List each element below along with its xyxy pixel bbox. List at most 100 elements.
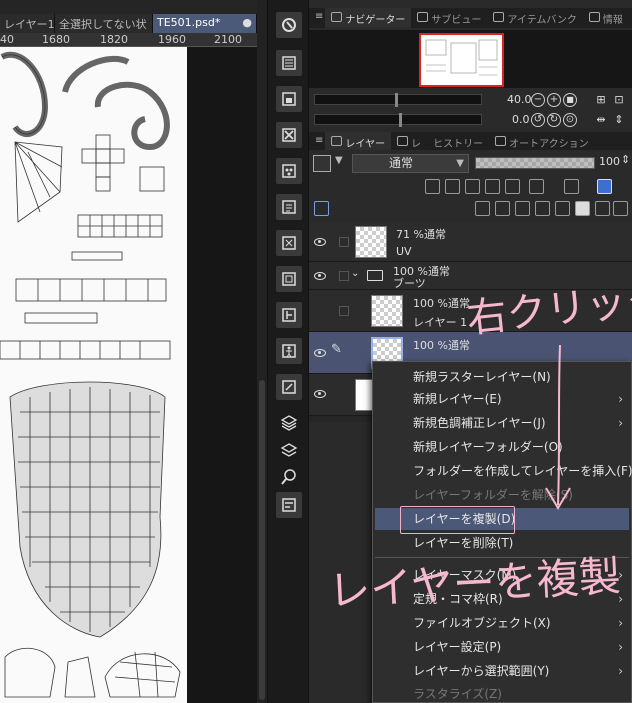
flip-vertical-icon[interactable]: ⇕ <box>612 113 626 127</box>
menu-item-new-layer-folder[interactable]: 新規レイヤーフォルダー(O) <box>373 436 631 458</box>
layer-lock-box[interactable] <box>339 271 349 281</box>
tab-layer[interactable]: レイヤー <box>325 132 392 152</box>
opacity-slider[interactable] <box>475 157 595 169</box>
document-tab-bar: レイヤー1 全選択してない状 TE501.psd* ● <box>0 14 257 33</box>
draft-layer-icon[interactable] <box>564 179 579 194</box>
opacity-value[interactable]: 100 <box>599 155 620 168</box>
layer-lock-box[interactable] <box>339 237 349 247</box>
transfer-layer-icon[interactable] <box>535 201 550 216</box>
navigator-preview[interactable] <box>309 30 632 88</box>
mask-enable-icon[interactable] <box>505 179 520 194</box>
layer-row-uv[interactable]: 71 %通常 UV <box>309 222 632 262</box>
lock-icon[interactable] <box>465 179 480 194</box>
tool-property-icon[interactable] <box>276 122 302 148</box>
blend-mode-select[interactable]: 通常 ▼ <box>352 154 469 173</box>
tab-navigator[interactable]: ナビゲーター <box>325 8 412 28</box>
menu-item-new-correction-layer[interactable]: 新規色調補正レイヤー(J) › <box>373 412 631 434</box>
lock-transparency-icon[interactable] <box>485 179 500 194</box>
delete-layer-icon[interactable] <box>613 201 628 216</box>
ruler-number: 1960 <box>158 33 186 46</box>
uv-wireframe-artwork <box>0 52 181 698</box>
reference-layer-icon[interactable] <box>445 179 460 194</box>
navigator-icon[interactable] <box>276 438 302 464</box>
layer-lock-box[interactable] <box>339 306 349 316</box>
tab-history[interactable]: ヒストリー <box>427 132 489 152</box>
tab-info[interactable]: 情報 <box>583 8 629 28</box>
document-tab-unselected[interactable]: 全選択してない状 <box>55 14 153 33</box>
horizontal-ruler: 40 1680 1820 1960 2100 <box>0 33 257 47</box>
merge-down-icon[interactable] <box>555 201 570 216</box>
navigator-view-frame[interactable] <box>419 33 504 87</box>
layer-color-box[interactable] <box>313 155 331 172</box>
panel-menu-icon[interactable]: ≡ <box>309 8 325 28</box>
new-vector-layer-icon[interactable] <box>495 201 510 216</box>
zoom-out-icon[interactable]: − <box>531 93 545 107</box>
create-mask-icon[interactable] <box>575 201 590 216</box>
zoom-slider[interactable] <box>314 93 482 107</box>
tab-auto-action[interactable]: オートアクション <box>489 132 595 152</box>
actual-size-icon[interactable]: ⊡ <box>612 93 626 107</box>
menu-item-layer-settings[interactable]: レイヤー設定(P) › <box>373 636 631 658</box>
layer-name: レイヤー 1 <box>413 316 468 329</box>
document-tab-te501[interactable]: TE501.psd* ● <box>153 14 257 33</box>
canvas-scrollbar[interactable] <box>257 0 267 703</box>
document-tab-layer1[interactable]: レイヤー1 <box>0 14 55 33</box>
reset-rotation-icon[interactable]: ⊙ <box>563 113 577 127</box>
menu-item-file-object[interactable]: ファイルオブジェクト(X) › <box>373 612 631 634</box>
layer-name: ブーツ <box>393 277 426 290</box>
submenu-arrow-icon: › <box>618 616 623 630</box>
visibility-eye-icon[interactable] <box>314 238 326 246</box>
layer-palette-toggle-icon[interactable] <box>314 201 329 216</box>
tab-layer-property[interactable]: レイヤープロパティ <box>391 132 427 152</box>
folder-collapse-chevron-icon[interactable]: ⌄ <box>351 268 359 279</box>
layer-color-chevron-icon[interactable]: ▼ <box>335 155 343 166</box>
rotate-right-icon[interactable]: ↻ <box>547 113 561 127</box>
zoom-slider-knob[interactable] <box>395 93 398 107</box>
unsaved-dot-icon[interactable]: ● <box>242 16 252 33</box>
opacity-stepper-icon[interactable]: ⇕ <box>621 153 630 166</box>
navigate-icon[interactable] <box>276 12 302 38</box>
layer-color-icon[interactable] <box>597 179 612 194</box>
menu-item-selection-from-layer[interactable]: レイヤーから選択範囲(Y) › <box>373 660 631 682</box>
visibility-eye-icon[interactable] <box>314 272 326 280</box>
clip-icon[interactable] <box>425 179 440 194</box>
menu-item-create-folder-insert[interactable]: フォルダーを作成してレイヤーを挿入(F) <box>373 460 632 482</box>
layer-search-icon[interactable] <box>276 86 302 112</box>
visibility-eye-icon[interactable] <box>314 349 326 357</box>
tab-item-bank[interactable]: アイテムバンク <box>487 8 583 28</box>
apply-mask-icon[interactable] <box>595 201 610 216</box>
menu-item-label: 新規レイヤー(E) <box>413 392 502 406</box>
color-set-icon[interactable] <box>276 266 302 292</box>
history-icon[interactable] <box>276 302 302 328</box>
ruler-icon[interactable] <box>529 179 544 194</box>
new-raster-layer-icon[interactable] <box>475 201 490 216</box>
menu-item-new-raster-layer[interactable]: 新規ラスターレイヤー(N) <box>373 366 631 388</box>
rotation-value: 0.0 <box>512 113 530 126</box>
action-icon[interactable] <box>276 410 302 436</box>
layer-panel-menu-icon[interactable]: ≡ <box>309 132 325 152</box>
fit-window-icon[interactable]: ⊞ <box>594 93 608 107</box>
approximate-color-icon[interactable] <box>276 338 302 364</box>
rotate-left-icon[interactable]: ↺ <box>531 113 545 127</box>
sub-tool-icon[interactable] <box>276 194 302 220</box>
material-icon[interactable] <box>276 374 302 400</box>
info-icon[interactable] <box>276 492 302 518</box>
canvas-scrollbar-thumb[interactable] <box>259 380 265 700</box>
object-icon[interactable] <box>276 464 302 490</box>
visibility-eye-icon[interactable] <box>314 390 326 398</box>
menu-item-label: レイヤーから選択範囲(Y) <box>413 664 550 678</box>
brush-size-icon[interactable] <box>276 158 302 184</box>
flip-horizontal-icon[interactable]: ⇹ <box>594 113 608 127</box>
zoom-in-icon[interactable]: + <box>547 93 561 107</box>
navigator-thumbnail <box>425 39 498 76</box>
rotation-slider[interactable] <box>314 113 482 127</box>
menu-item-duplicate-layer[interactable]: レイヤーを複製(D) <box>375 508 629 530</box>
rotation-slider-knob[interactable] <box>399 113 402 127</box>
new-folder-icon[interactable] <box>515 201 530 216</box>
menu-item-new-layer[interactable]: 新規レイヤー(E) › <box>373 388 631 410</box>
drawing-canvas[interactable] <box>0 47 187 703</box>
layer-property-icon[interactable] <box>276 50 302 76</box>
tool-detail-icon[interactable] <box>276 230 302 256</box>
tab-subview[interactable]: サブビュー <box>411 8 487 28</box>
zoom-stop-icon[interactable]: ■ <box>563 93 577 107</box>
